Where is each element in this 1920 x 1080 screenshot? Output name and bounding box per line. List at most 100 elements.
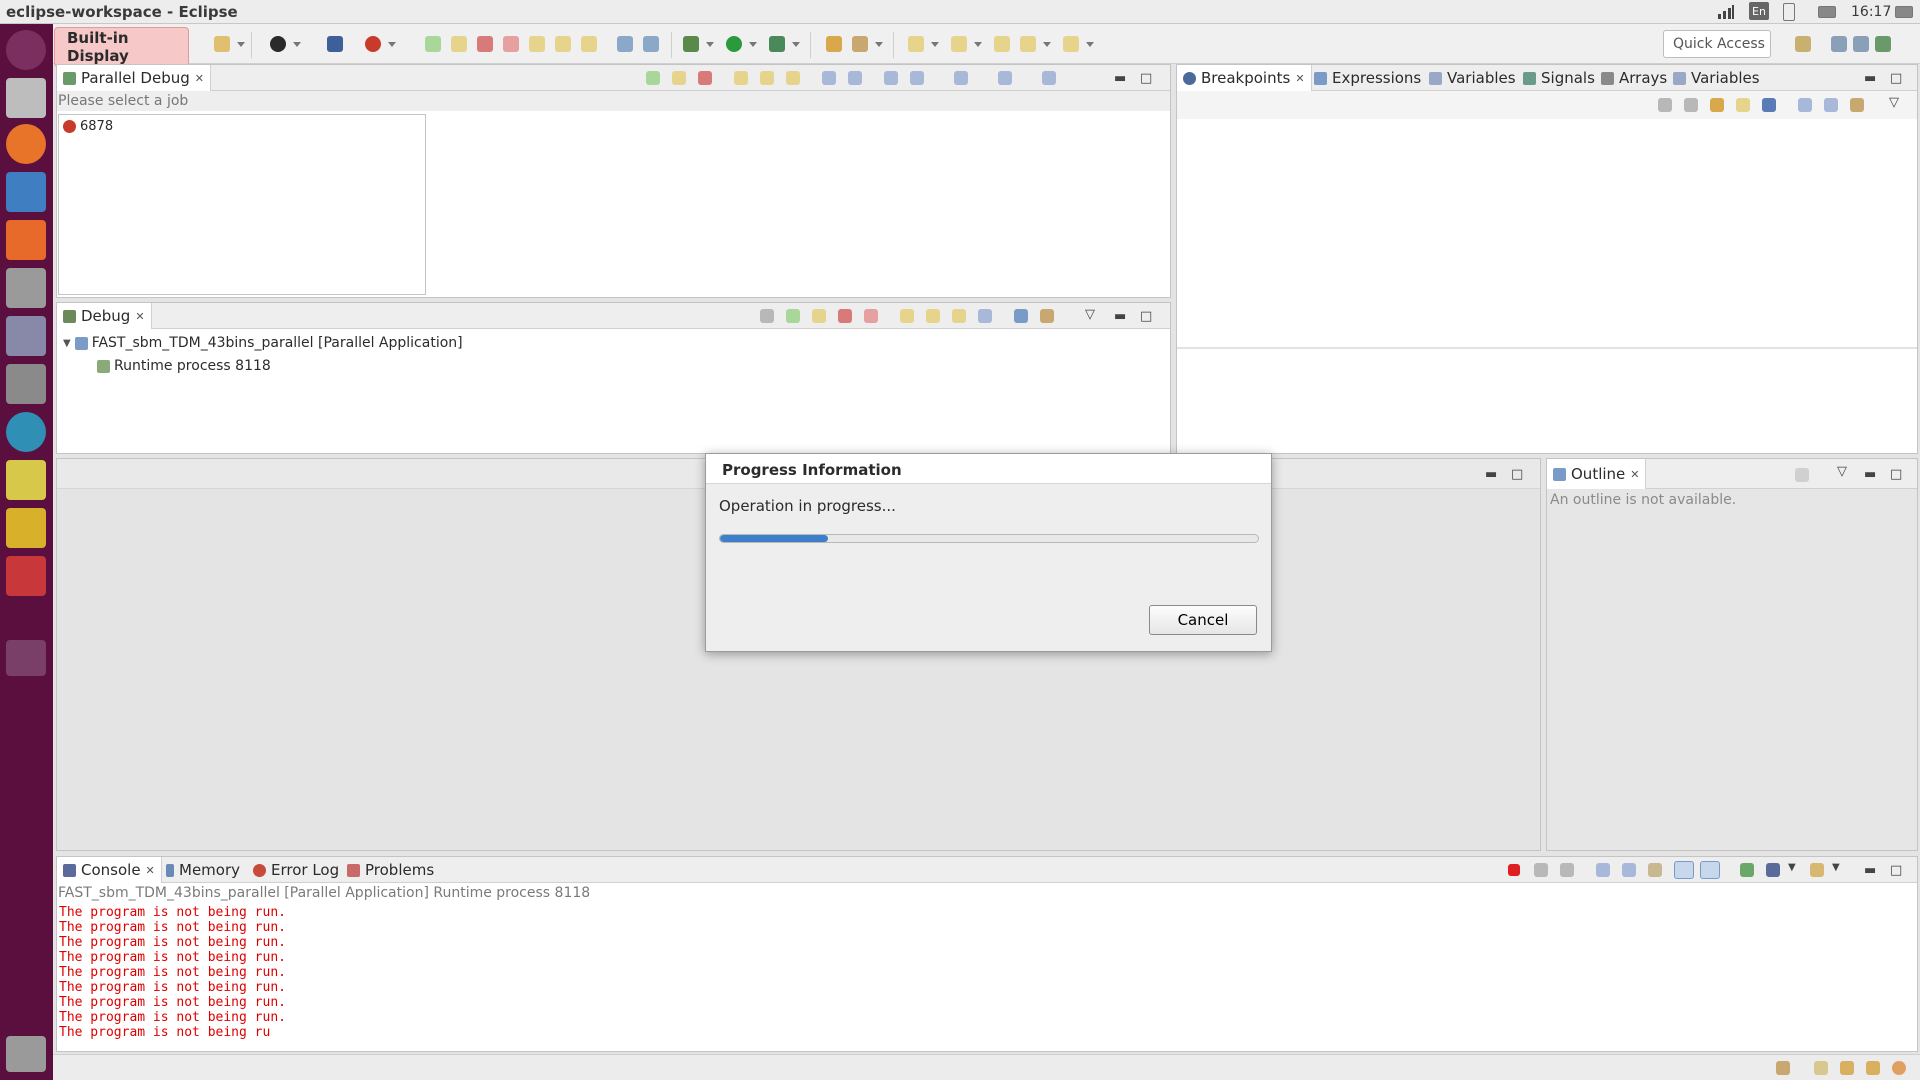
tab-variables-2[interactable]: Variables [1667, 65, 1766, 91]
built-in-display-button[interactable]: Built-in Display [54, 27, 189, 67]
open-console-dropdown-icon[interactable]: ▼ [1832, 862, 1840, 873]
system-menu-icon[interactable] [1895, 3, 1913, 21]
tab-signals[interactable]: Signals [1517, 65, 1601, 91]
search-tool-dropdown-icon[interactable] [875, 42, 883, 47]
status-hat-icon[interactable] [1840, 1061, 1854, 1075]
step-into-icon[interactable] [529, 36, 545, 52]
remove-breakpoint-icon[interactable] [1658, 98, 1672, 112]
minimize-icon[interactable]: ▬ [1485, 467, 1497, 482]
tab-memory[interactable]: Memory [160, 857, 246, 883]
tree-item-application[interactable]: ▼ FAST_sbm_TDM_43bins_parallel [Parallel… [63, 335, 463, 351]
collapse-all-icon[interactable] [1824, 98, 1838, 112]
suspend-icon[interactable] [812, 309, 826, 323]
previous-annotation-dropdown-icon[interactable] [974, 42, 982, 47]
clock[interactable]: 16:17 [1851, 3, 1891, 21]
forward-icon[interactable] [1063, 36, 1079, 52]
network-icon[interactable] [1717, 3, 1735, 21]
step-over-icon[interactable] [926, 309, 940, 323]
profile-icon[interactable] [270, 36, 286, 52]
display-selected-console-icon[interactable] [1766, 863, 1780, 877]
battery-icon[interactable] [1783, 3, 1795, 21]
terminate-icon[interactable] [1508, 864, 1520, 876]
next-annotation-icon[interactable] [908, 36, 924, 52]
maximize-icon[interactable]: □ [1140, 309, 1152, 324]
show-on-stdout-icon[interactable] [1674, 861, 1694, 879]
use-step-filters-icon[interactable] [617, 36, 633, 52]
tab-debug[interactable]: Debug ✕ [57, 303, 152, 329]
back-nav-dropdown-icon[interactable] [237, 42, 245, 47]
previous-annotation-icon[interactable] [951, 36, 967, 52]
show-supported-breakpoints-icon[interactable] [1710, 98, 1724, 112]
perspective-parallel-debug-icon[interactable] [1875, 36, 1891, 52]
perspective-debug-icon[interactable] [1853, 36, 1869, 52]
maximize-icon[interactable]: □ [1890, 467, 1902, 482]
step-return-icon[interactable] [952, 309, 966, 323]
step-over-icon[interactable] [555, 36, 571, 52]
step-return-icon[interactable] [581, 36, 597, 52]
show-on-stderr-icon[interactable] [1700, 861, 1720, 879]
status-book-icon[interactable] [1814, 1061, 1828, 1075]
suspend-icon[interactable] [451, 36, 467, 52]
remove-all-terminated-icon[interactable] [1560, 863, 1574, 877]
terminate-icon[interactable] [838, 309, 852, 323]
view-menu-icon[interactable]: ▽ [1889, 95, 1899, 110]
tab-parallel-debug[interactable]: Parallel Debug ✕ [57, 65, 211, 91]
last-edit-location-icon[interactable] [994, 36, 1010, 52]
pin-console-icon[interactable] [1740, 863, 1754, 877]
step-into-job-icon[interactable] [734, 71, 748, 85]
minimize-icon[interactable]: ▬ [1864, 863, 1876, 878]
step-into-icon[interactable] [900, 309, 914, 323]
external-tools-icon[interactable] [769, 36, 785, 52]
workspace-switcher-icon[interactable] [6, 640, 46, 676]
tab-outline[interactable]: Outline ✕ [1547, 459, 1647, 489]
perspective-cpp-icon[interactable] [1831, 36, 1847, 52]
skip-all-breakpoints-icon[interactable] [1762, 98, 1776, 112]
scroll-lock-icon[interactable] [1622, 863, 1636, 877]
remove-launch-icon[interactable] [1534, 863, 1548, 877]
instruction-stepping-icon[interactable] [1014, 309, 1028, 323]
back-dropdown-icon[interactable] [1043, 42, 1051, 47]
keyboard-layout-indicator[interactable]: En [1749, 2, 1769, 20]
drop-to-frame-icon[interactable] [978, 309, 992, 323]
display-icon[interactable] [1818, 3, 1836, 21]
tab-expressions[interactable]: Expressions [1308, 65, 1427, 91]
remove-terminated-icon[interactable] [760, 309, 774, 323]
status-notification-icon[interactable] [1892, 1061, 1906, 1075]
register-icon[interactable] [954, 71, 968, 85]
unregister-icon[interactable] [998, 71, 1012, 85]
writer-icon[interactable] [6, 172, 46, 212]
console-output[interactable]: The program is not being run. The progra… [59, 905, 286, 1040]
step-return-job-icon[interactable] [786, 71, 800, 85]
resume-job-icon[interactable] [646, 71, 660, 85]
create-set-icon[interactable] [822, 71, 836, 85]
run-last-icon[interactable] [365, 36, 381, 52]
expand-all-icon[interactable] [1798, 98, 1812, 112]
browser-icon[interactable] [6, 412, 46, 452]
zoom-in-icon[interactable] [884, 71, 898, 85]
open-perspective-icon[interactable] [1795, 36, 1811, 52]
maximize-icon[interactable]: □ [1140, 71, 1152, 86]
tab-arrays[interactable]: Arrays [1595, 65, 1673, 91]
delete-set-icon[interactable] [848, 71, 862, 85]
presentation-icon[interactable] [6, 460, 46, 500]
word-wrap-icon[interactable] [1648, 863, 1662, 877]
external-tools-dropdown-icon[interactable] [792, 42, 800, 47]
system-monitor-icon[interactable] [6, 556, 46, 596]
debug-dropdown-icon[interactable] [706, 42, 714, 47]
link-with-debug-view-icon[interactable] [1850, 98, 1864, 112]
minimize-icon[interactable]: ▬ [1864, 71, 1876, 86]
minimize-icon[interactable]: ▬ [1114, 309, 1126, 324]
back-nav-icon[interactable] [214, 36, 230, 52]
run-icon[interactable] [726, 36, 742, 52]
zoom-out-icon[interactable] [910, 71, 924, 85]
cancel-button[interactable]: Cancel [1149, 605, 1257, 635]
trash-icon[interactable] [6, 1036, 46, 1072]
status-wand-icon[interactable] [1866, 1061, 1880, 1075]
instruction-step-icon[interactable] [643, 36, 659, 52]
disconnect-icon[interactable] [503, 36, 519, 52]
maximize-icon[interactable]: □ [1890, 71, 1902, 86]
minimize-icon[interactable]: ▬ [1864, 467, 1876, 482]
terminate-icon[interactable] [477, 36, 493, 52]
run-last-dropdown-icon[interactable] [388, 42, 396, 47]
terminate-job-icon[interactable] [698, 71, 712, 85]
